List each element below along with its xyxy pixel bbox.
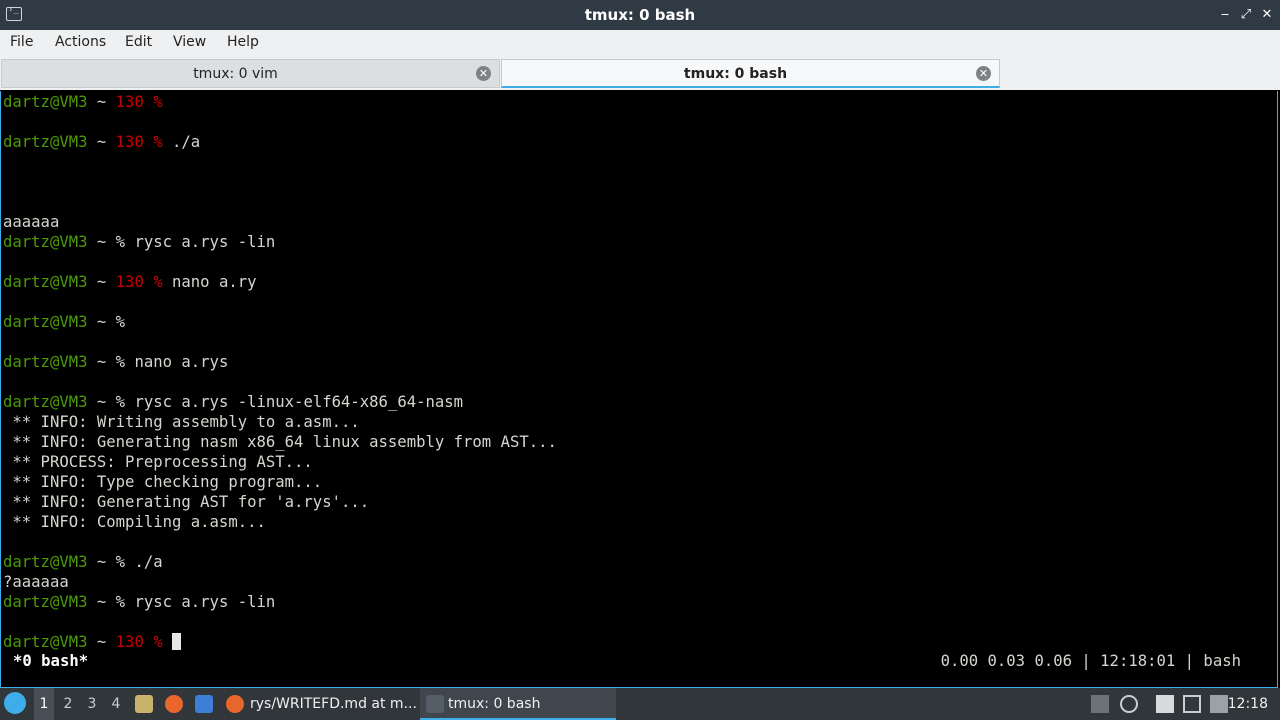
firefox-icon[interactable]: [165, 695, 183, 713]
prompt-line: dartz@VM3 ~ % nano a.rys: [3, 352, 228, 372]
prompt-user: dartz@VM3: [3, 393, 88, 411]
prompt-line: dartz@VM3 ~ 130 % ./a: [3, 132, 200, 152]
command-text: ./a: [125, 553, 163, 571]
prompt-path: ~: [87, 593, 116, 611]
prompt-line: dartz@VM3 ~ % rysc a.rys -lin: [3, 232, 275, 252]
prompt-status: 130 %: [115, 93, 163, 111]
prompt-line: dartz@VM3 ~ % ./a: [3, 552, 163, 572]
command-text: [163, 633, 172, 651]
tab-label: tmux: 0 bash: [683, 66, 788, 82]
prompt-status: 130 %: [115, 633, 163, 651]
menu-view[interactable]: View: [173, 34, 206, 50]
prompt-line: dartz@VM3 ~ % rysc a.rys -linux-elf64-x8…: [3, 392, 463, 412]
network-icon[interactable]: [1183, 695, 1201, 713]
tray-arrow-icon[interactable]: [1091, 695, 1109, 713]
tmux-status-right: 0.00 0.03 0.06 | 12:18:01 | bash: [940, 652, 1241, 670]
application-menu-icon[interactable]: [4, 692, 26, 714]
prompt-status: %: [115, 553, 126, 571]
tab-label: tmux: 0 vim: [193, 66, 278, 82]
prompt-path: ~: [87, 133, 116, 151]
prompt-path: ~: [87, 313, 116, 331]
menu-file[interactable]: File: [10, 34, 33, 50]
tmux-window-list: *0 bash*: [13, 652, 89, 670]
prompt-status: %: [115, 593, 126, 611]
output-line: aaaaaa: [3, 213, 60, 231]
prompt-path: ~: [87, 273, 116, 291]
output-line: ** INFO: Generating AST for 'a.rys'...: [3, 493, 370, 511]
prompt-user: dartz@VM3: [3, 273, 88, 291]
prompt-status: %: [115, 393, 126, 411]
menu-bar: File Actions Edit View Help: [0, 30, 1280, 59]
output-line: ** INFO: Writing assembly to a.asm...: [3, 413, 360, 431]
prompt-user: dartz@VM3: [3, 553, 88, 571]
prompt-path: ~: [87, 353, 116, 371]
prompt-user: dartz@VM3: [3, 633, 88, 651]
prompt-line: dartz@VM3 ~ %: [3, 312, 125, 332]
prompt-status: %: [115, 353, 126, 371]
output-line: ?aaaaaa: [3, 573, 69, 591]
output-line: ** INFO: Type checking program...: [3, 473, 323, 491]
window-titlebar: tmux: 0 bash ‒ ⤢ ✕: [0, 0, 1280, 30]
tab-vim[interactable]: tmux: 0 vim ✕: [1, 59, 500, 88]
command-text: nano a.rys: [125, 353, 229, 371]
task-firefox[interactable]: rys/WRITEFD.md at m...: [222, 688, 418, 720]
prompt-status: %: [115, 233, 126, 251]
text-cursor: [172, 633, 182, 650]
command-text: nano a.ry: [162, 273, 257, 291]
prompt-status: 130 %: [115, 273, 163, 291]
window-title: tmux: 0 bash: [584, 6, 696, 24]
prompt-path: ~: [87, 553, 116, 571]
prompt-status: %: [115, 313, 126, 331]
tab-bash[interactable]: tmux: 0 bash ✕: [501, 59, 1000, 88]
command-text: rysc a.rys -lin: [125, 233, 276, 251]
terminal-view[interactable]: dartz@VM3 ~ 130 % dartz@VM3 ~ 130 % ./a …: [0, 91, 1278, 688]
maximize-button[interactable]: ⤢: [1237, 6, 1255, 24]
prompt-line: dartz@VM3 ~ % rysc a.rys -lin: [3, 592, 275, 612]
workspace-2[interactable]: 2: [58, 688, 78, 720]
task-label: tmux: 0 bash: [448, 696, 541, 712]
close-button[interactable]: ✕: [1258, 6, 1276, 24]
prompt-path: ~: [87, 393, 116, 411]
menu-actions[interactable]: Actions: [55, 34, 106, 50]
prompt-path: ~: [87, 93, 116, 111]
tab-bar: tmux: 0 vim ✕ tmux: 0 bash ✕: [0, 58, 1280, 90]
file-manager-icon[interactable]: [135, 695, 153, 713]
show-desktop-icon[interactable]: [195, 695, 213, 713]
prompt-user: dartz@VM3: [3, 353, 88, 371]
firefox-icon: [226, 695, 244, 713]
tab-close-icon[interactable]: ✕: [976, 66, 991, 81]
workspace-3[interactable]: 3: [82, 688, 102, 720]
task-label: rys/WRITEFD.md at m...: [250, 696, 417, 712]
prompt-user: dartz@VM3: [3, 593, 88, 611]
minimize-button[interactable]: ‒: [1216, 6, 1234, 24]
output-line: ** INFO: Compiling a.asm...: [3, 513, 266, 531]
menu-edit[interactable]: Edit: [125, 34, 152, 50]
terminal-icon: [426, 695, 444, 713]
prompt-user: dartz@VM3: [3, 133, 88, 151]
prompt-path: ~: [87, 233, 116, 251]
output-line: ** INFO: Generating nasm x86_64 linux as…: [3, 433, 557, 451]
prompt-line: dartz@VM3 ~ 130 %: [3, 632, 182, 652]
prompt-line: dartz@VM3 ~ 130 %: [3, 92, 163, 112]
clipboard-icon[interactable]: [1156, 695, 1174, 713]
volume-icon[interactable]: [1120, 695, 1138, 713]
task-terminal[interactable]: tmux: 0 bash: [420, 688, 616, 720]
output-line: ** PROCESS: Preprocessing AST...: [3, 453, 313, 471]
prompt-status: 130 %: [115, 133, 163, 151]
menu-help[interactable]: Help: [227, 34, 259, 50]
prompt-path: ~: [87, 633, 116, 651]
command-text: rysc a.rys -lin: [125, 593, 276, 611]
command-text: ./a: [162, 133, 201, 151]
prompt-user: dartz@VM3: [3, 93, 88, 111]
workspace-1[interactable]: 1: [34, 688, 54, 720]
prompt-user: dartz@VM3: [3, 313, 88, 331]
workspace-4[interactable]: 4: [106, 688, 126, 720]
taskbar: 1 2 3 4 rys/WRITEFD.md at m... tmux: 0 b…: [0, 688, 1280, 720]
command-text: rysc a.rys -linux-elf64-x86_64-nasm: [125, 393, 464, 411]
clock[interactable]: 12:18: [1228, 688, 1268, 720]
tab-close-icon[interactable]: ✕: [476, 66, 491, 81]
battery-icon[interactable]: [1210, 695, 1228, 713]
prompt-line: dartz@VM3 ~ 130 % nano a.ry: [3, 272, 257, 292]
prompt-user: dartz@VM3: [3, 233, 88, 251]
